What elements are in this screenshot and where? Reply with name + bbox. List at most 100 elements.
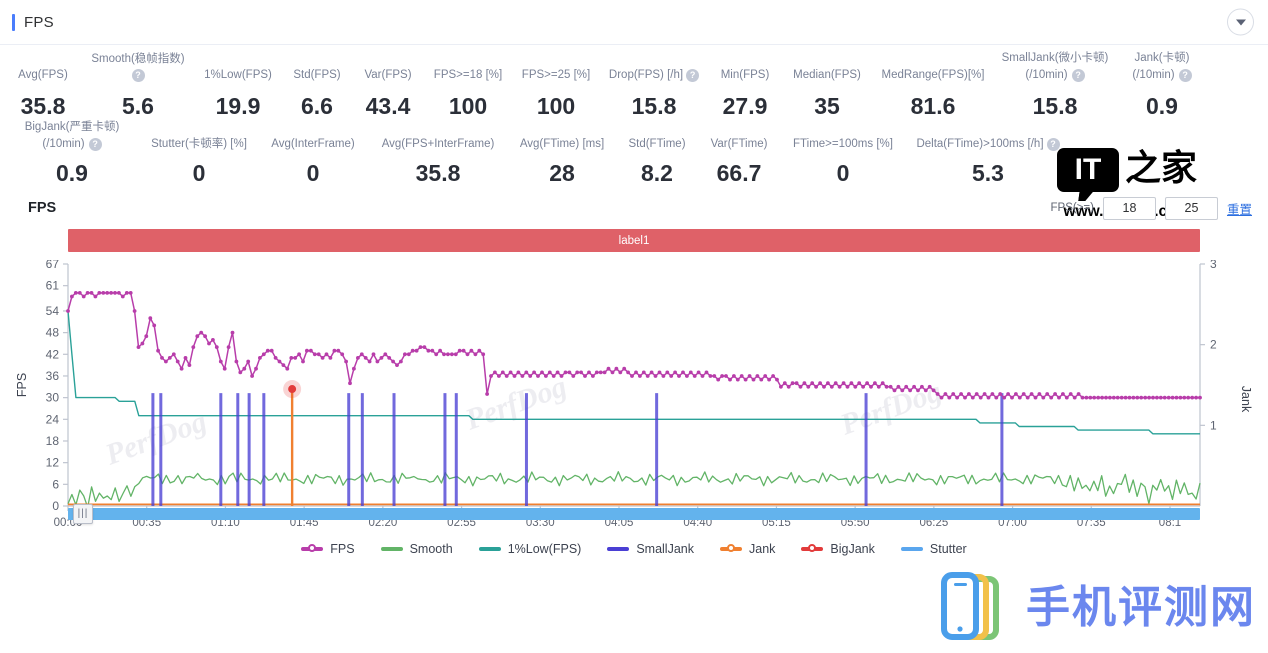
series-fps-point <box>782 381 787 386</box>
y2-tick-label: 1 <box>1210 418 1217 432</box>
slider-track[interactable] <box>68 508 1200 520</box>
fps-threshold-high-input[interactable] <box>1164 196 1218 220</box>
legend-item-1-low-fps-[interactable]: 1%Low(FPS) <box>478 542 581 556</box>
scene-label-bar[interactable]: label1 <box>68 229 1200 252</box>
series-fps-point <box>230 330 235 335</box>
series-fps-point <box>920 384 924 389</box>
stat-label: Avg(InterFrame) <box>262 137 364 151</box>
stat-label: Var(FPS) <box>356 68 420 82</box>
help-icon[interactable]: ? <box>131 69 145 82</box>
series-fps-point <box>712 374 717 378</box>
chart-toolbar: FPS FPS(>=) 重置 <box>0 193 1268 223</box>
series-fps-point <box>873 381 877 386</box>
series-fps-point <box>367 359 372 364</box>
stat-value: 0.9 <box>1146 93 1178 119</box>
stat-label-line1: 1%Low(FPS) <box>204 69 272 81</box>
series-fps-point <box>375 359 380 364</box>
series-fps-point <box>982 392 987 396</box>
series-fps-point <box>622 366 627 371</box>
help-icon[interactable]: ? <box>1046 137 1060 151</box>
series-fps-point <box>1131 395 1136 400</box>
series-fps-point <box>955 395 959 400</box>
series-fps-point <box>218 359 223 364</box>
series-fps-point <box>234 359 239 364</box>
scene-label-text: label1 <box>618 234 650 247</box>
series-fps-point <box>1025 395 1030 400</box>
stat-value: 100 <box>448 93 488 119</box>
series-fps-point <box>289 356 294 360</box>
series-fps-point <box>790 381 795 386</box>
reset-button[interactable]: 重置 <box>1227 199 1252 218</box>
stat-label-line1: MedRange(FPS)[%] <box>881 69 985 81</box>
series-fps-point <box>904 384 909 389</box>
legend-swatch <box>478 547 501 551</box>
series-fps-point <box>630 374 634 378</box>
stat-cell: Stutter(卡顿率) [%] 0 <box>140 137 258 187</box>
legend-item-fps[interactable]: FPS <box>301 542 355 556</box>
help-icon[interactable]: ? <box>88 137 102 151</box>
legend-item-smooth[interactable]: Smooth <box>380 542 453 556</box>
series-fps-point <box>430 348 435 353</box>
stat-label-line1: Var(FTime) <box>710 138 768 150</box>
stat-value: 81.6 <box>910 93 956 119</box>
stat-cell: Avg(FTime) [ms] 28 <box>508 137 616 187</box>
chart-legend: FPS Smooth 1%Low(FPS) SmallJank Jank BigJank S… <box>0 542 1268 556</box>
series-fps-point <box>547 370 552 375</box>
fps-threshold-low-input[interactable] <box>1102 196 1156 220</box>
stat-value: 5.3 <box>972 160 1004 186</box>
series-fps-point <box>465 352 470 357</box>
stat-label-line1: Avg(FTime) [ms] <box>519 138 605 150</box>
series-fps-point <box>395 363 399 367</box>
series-fps-point <box>93 294 98 299</box>
legend-item-stutter[interactable]: Stutter <box>900 542 967 556</box>
stat-value: 0 <box>836 160 850 186</box>
stat-label-line1: Median(FPS) <box>793 69 861 81</box>
series-fps-point <box>136 345 141 349</box>
series-fps-point <box>261 352 266 357</box>
series-fps-point <box>175 359 180 364</box>
legend-swatch <box>720 544 742 552</box>
help-icon[interactable]: ? <box>1071 68 1085 82</box>
series-fps-point <box>1186 395 1191 400</box>
slider-left-handle[interactable]: ||| <box>73 504 93 524</box>
legend-item-bigjank[interactable]: BigJank <box>801 542 875 556</box>
series-fps-point <box>179 366 184 371</box>
series-fps-point <box>747 374 752 378</box>
series-fps-point <box>1182 395 1187 400</box>
y-tick-label: 42 <box>46 347 60 361</box>
series-fps-point <box>328 356 333 360</box>
series-fps-point <box>520 374 525 378</box>
series-fps-point <box>250 374 255 378</box>
legend-item-jank[interactable]: Jank <box>720 542 775 556</box>
series-fps-point <box>1194 395 1198 400</box>
fps-threshold-label: FPS(>=) <box>1050 202 1094 214</box>
series-fps-point <box>935 392 940 396</box>
series-fps-point <box>320 356 325 360</box>
series-fps-point <box>728 377 732 382</box>
highlighted-data-point <box>288 385 297 394</box>
series-fps-point <box>344 359 348 364</box>
legend-item-smalljank[interactable]: SmallJank <box>607 542 694 556</box>
help-icon[interactable]: ? <box>1178 68 1192 82</box>
stat-label: Smooth(稳帧指数)? <box>86 52 190 82</box>
series-fps-point <box>1139 395 1144 400</box>
stat-label-line1: Drop(FPS) [/h] <box>608 69 684 81</box>
series-fps-point <box>626 370 630 375</box>
stats-row-primary: Avg(FPS) 35.8 Smooth(稳帧指数)? 5.6 1%Low(FPS) 19… <box>0 51 1268 120</box>
series-fps-point <box>171 352 176 357</box>
stat-label: Avg(FPS+InterFrame) <box>372 137 504 151</box>
stat-cell: FPS>=18 [%] 100 <box>424 68 512 120</box>
series-fps-point <box>802 381 807 386</box>
y-tick-label: 61 <box>46 279 60 293</box>
time-range-slider[interactable]: ||| <box>68 504 1200 524</box>
help-icon[interactable]: ? <box>686 68 700 82</box>
stat-value: 5.6 <box>122 93 154 119</box>
collapse-panel-button[interactable] <box>1227 8 1254 36</box>
series-fps-point <box>399 359 403 364</box>
series-fps-point <box>763 374 768 378</box>
series-fps-point <box>563 370 568 375</box>
series-fps-point <box>442 352 446 357</box>
series-fps-point <box>1155 395 1159 400</box>
legend-label: Stutter <box>929 542 967 556</box>
series-fps-point <box>673 370 677 375</box>
